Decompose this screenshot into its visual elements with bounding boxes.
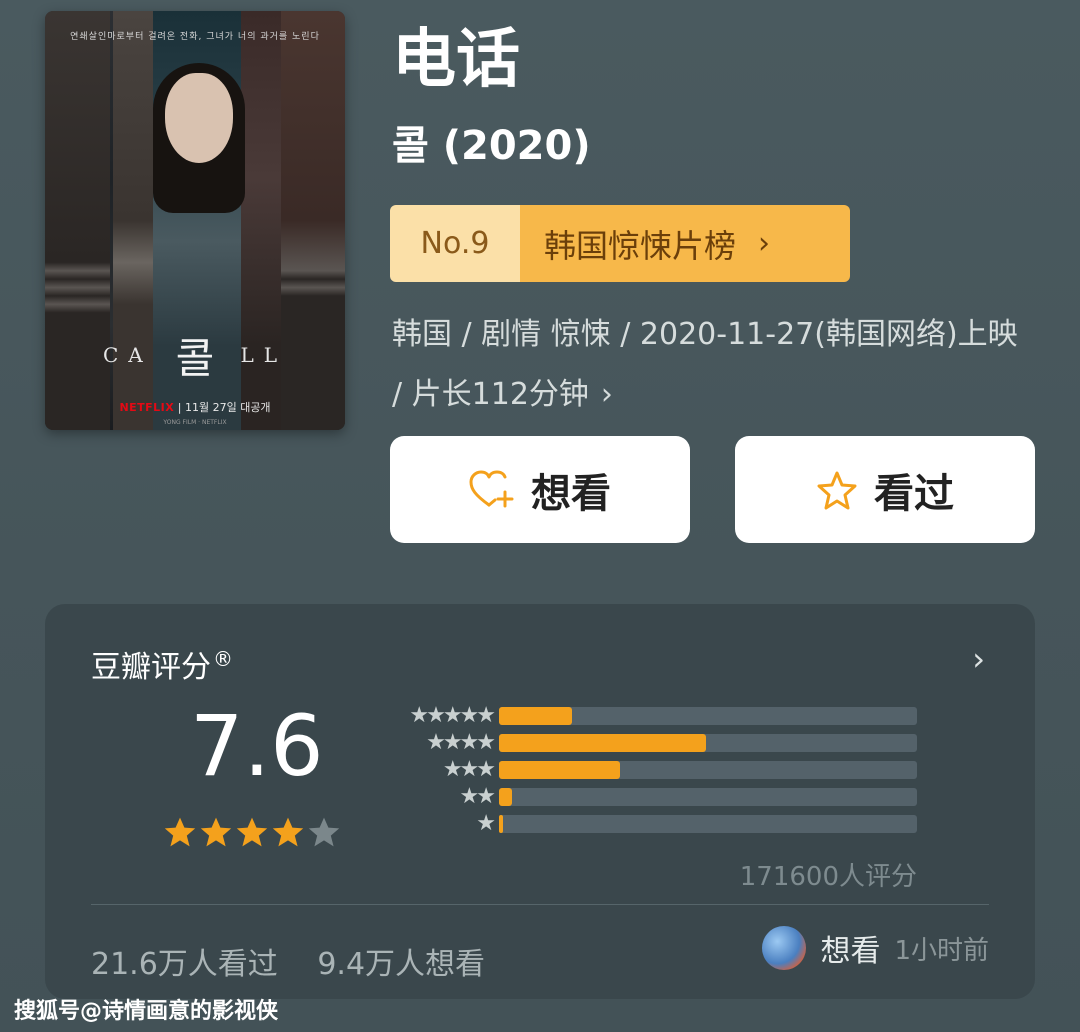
star-filled-icon bbox=[164, 817, 196, 847]
movie-poster[interactable]: 연쇄살인마로부터 걸려온 전화, 그녀가 너의 과거를 노린다 CA 콜 LL … bbox=[45, 11, 345, 430]
rank-list: 韩国惊悚片榜 › bbox=[520, 205, 850, 282]
star-filled-icon bbox=[272, 817, 304, 847]
distribution-row: ★★★★ bbox=[375, 730, 935, 755]
watched-button[interactable]: 看过 bbox=[735, 436, 1035, 543]
distribution-bar-fill bbox=[499, 707, 573, 725]
watermark: 搜狐号@诗情画意的影视侠 bbox=[14, 999, 279, 1024]
registered-mark: ® bbox=[213, 647, 233, 671]
distribution-bar-fill bbox=[499, 761, 621, 779]
seen-count: 21.6万人看过 bbox=[91, 947, 278, 982]
seen-label: 看过 bbox=[874, 470, 954, 517]
audience-stats: 21.6万人看过 9.4万人想看 bbox=[91, 939, 485, 983]
avatar[interactable] bbox=[762, 926, 807, 970]
poster-figure-face bbox=[165, 73, 233, 163]
rank-badge[interactable]: No.9 韩国惊悚片榜 › bbox=[390, 205, 850, 282]
rank-list-label: 韩国惊悚片榜 bbox=[544, 226, 737, 265]
rating-title-text: 豆瓣评分 bbox=[91, 650, 211, 685]
distribution-stars-label: ★★★★ bbox=[426, 730, 496, 755]
heart-plus-icon bbox=[469, 470, 515, 510]
distribution-row: ★★★★★ bbox=[375, 703, 935, 728]
distribution-row: ★★ bbox=[375, 784, 935, 809]
recent-action: 想看 bbox=[820, 934, 881, 969]
distribution-bar-track bbox=[499, 788, 917, 806]
distribution-row: ★ bbox=[375, 811, 935, 836]
want-label: 想看 bbox=[531, 470, 611, 517]
movie-title: 电话 bbox=[392, 23, 520, 97]
rating-card[interactable]: 豆瓣评分 ® › 7.6 ★★★★★ ★★★★ ★★★ ★★ ★ 171600人评分 21… bbox=[45, 604, 1035, 999]
star-filled-icon bbox=[236, 817, 268, 847]
poster-credit: NETFLIX | 11월 27일 대공개 bbox=[119, 401, 271, 414]
distribution-bar-track bbox=[499, 815, 917, 833]
netflix-logo: NETFLIX bbox=[119, 401, 175, 414]
recent-time: 1小时前 bbox=[894, 935, 989, 966]
distribution-bar-fill bbox=[499, 815, 504, 833]
poster-release: 11월 27일 대공개 bbox=[184, 401, 271, 414]
divider bbox=[91, 904, 989, 905]
chevron-right-icon[interactable]: › bbox=[972, 640, 985, 678]
distribution-row: ★★★ bbox=[375, 757, 935, 782]
star-filled-icon bbox=[200, 817, 232, 847]
rating-stars bbox=[163, 816, 341, 848]
poster-title-main: 콜 bbox=[175, 334, 215, 383]
distribution-bar-fill bbox=[499, 734, 706, 752]
recent-activity[interactable]: 想看 1小时前 bbox=[762, 926, 989, 970]
rating-score: 7.6 bbox=[190, 697, 324, 795]
poster-fine-print: YONG FILM · NETFLIX bbox=[163, 419, 227, 426]
chevron-right-icon: › bbox=[600, 377, 613, 412]
poster-title-right: LL bbox=[240, 343, 287, 367]
star-outline-icon bbox=[816, 470, 858, 510]
distribution-stars-label: ★★★★★ bbox=[409, 703, 496, 728]
poster-title: CA 콜 LL bbox=[45, 329, 345, 383]
distribution-stars-label: ★★ bbox=[459, 784, 496, 809]
distribution-bar-track bbox=[499, 761, 917, 779]
star-empty-icon bbox=[308, 817, 340, 847]
poster-tagline: 연쇄살인마로부터 걸려온 전화, 그녀가 너의 과거를 노린다 bbox=[70, 32, 320, 42]
distribution-stars-label: ★★★ bbox=[442, 757, 496, 782]
raters-count: 171600人评分 bbox=[739, 862, 917, 892]
distribution-stars-label: ★ bbox=[476, 811, 496, 836]
want-count: 9.4万人想看 bbox=[317, 947, 486, 982]
movie-original-title: 콜 (2020) bbox=[392, 123, 591, 169]
want-to-watch-button[interactable]: 想看 bbox=[390, 436, 690, 543]
distribution-bar-fill bbox=[499, 788, 512, 806]
rating-title: 豆瓣评分 ® bbox=[91, 642, 233, 686]
movie-meta-text: 韩国 / 剧情 惊悚 / 2020-11-27(韩国网络)上映 / 片长112分… bbox=[392, 317, 1018, 412]
distribution-bar-track bbox=[499, 707, 917, 725]
distribution-bar-track bbox=[499, 734, 917, 752]
chevron-right-icon: › bbox=[758, 226, 771, 261]
poster-title-left: CA bbox=[103, 343, 153, 367]
rank-number: No.9 bbox=[390, 205, 520, 282]
movie-meta[interactable]: 韩国 / 剧情 惊悚 / 2020-11-27(韩国网络)上映 / 片长112分… bbox=[392, 305, 1032, 425]
